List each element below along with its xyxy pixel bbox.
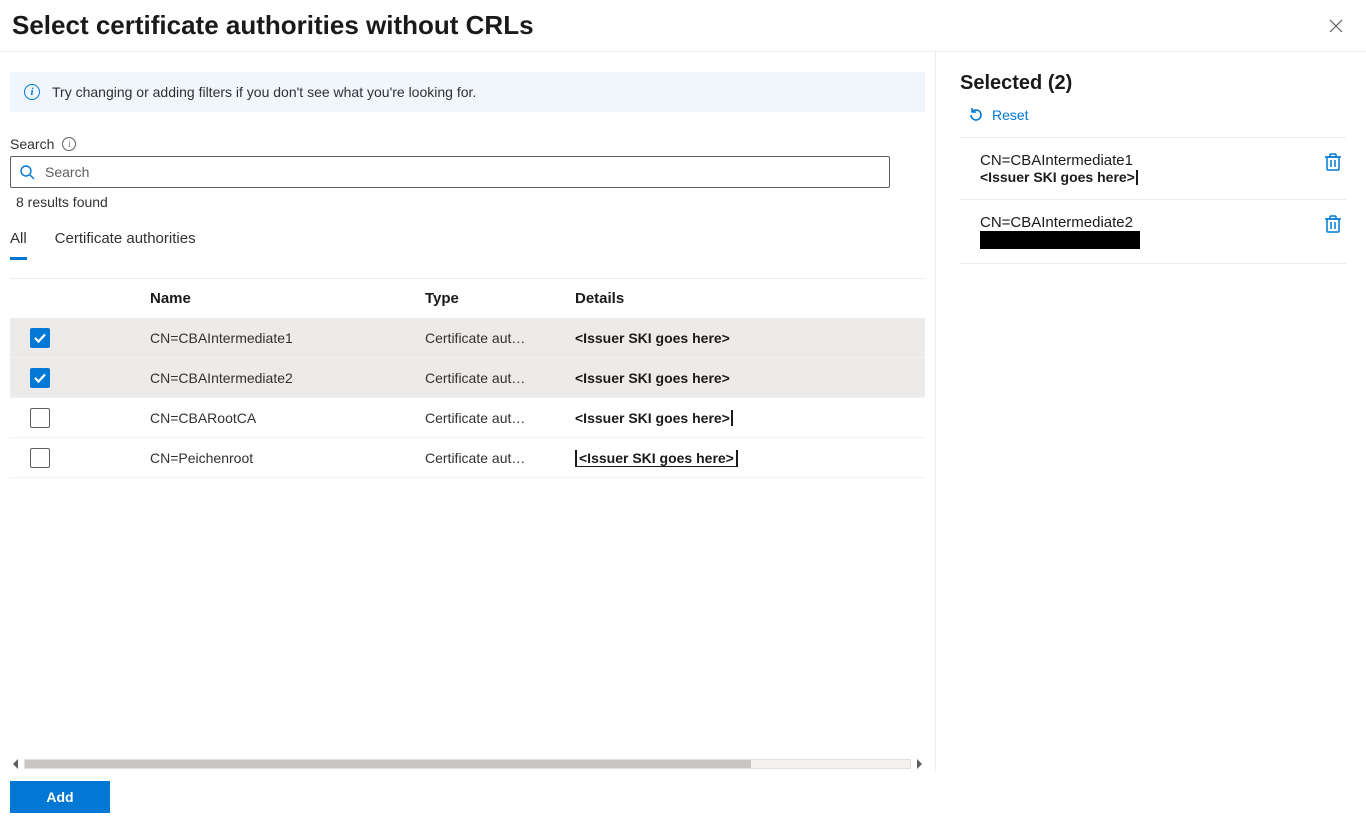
cell-details: <Issuer SKI goes here> xyxy=(575,450,917,466)
reset-button[interactable]: Reset xyxy=(960,103,1346,137)
footer: Add xyxy=(0,771,1366,821)
info-banner: i Try changing or adding filters if you … xyxy=(10,72,925,112)
info-banner-text: Try changing or adding filters if you do… xyxy=(52,84,476,100)
check-icon xyxy=(33,371,47,385)
selected-pane: Selected (2) Reset CN=CBAIntermediate1 <… xyxy=(936,52,1366,771)
info-icon: i xyxy=(24,84,40,100)
cell-name: CN=Peichenroot xyxy=(150,450,425,466)
table-row[interactable]: CN=CBARootCA Certificate aut… <Issuer SK… xyxy=(10,398,925,438)
row-checkbox[interactable] xyxy=(30,368,50,388)
selected-item-name: CN=CBAIntermediate2 xyxy=(980,214,1140,231)
info-icon[interactable]: i xyxy=(62,137,76,151)
row-checkbox[interactable] xyxy=(30,448,50,468)
reset-icon xyxy=(968,107,984,123)
cell-name: CN=CBARootCA xyxy=(150,410,425,426)
close-button[interactable] xyxy=(1322,12,1350,40)
cell-type: Certificate aut… xyxy=(425,450,575,466)
selected-item-detail: <Issuer SKI goes here> xyxy=(980,169,1138,185)
tab-bar: All Certificate authorities xyxy=(10,224,925,260)
add-button[interactable]: Add xyxy=(10,781,110,813)
cell-name: CN=CBAIntermediate1 xyxy=(150,330,425,346)
selected-item-name: CN=CBAIntermediate1 xyxy=(980,152,1138,169)
cell-type: Certificate aut… xyxy=(425,330,575,346)
cell-details: <Issuer SKI goes here> xyxy=(575,410,917,426)
scrollbar-thumb[interactable] xyxy=(25,760,751,768)
scroll-left-icon[interactable] xyxy=(10,758,22,770)
row-checkbox[interactable] xyxy=(30,408,50,428)
cell-name: CN=CBAIntermediate2 xyxy=(150,370,425,386)
trash-icon xyxy=(1324,152,1342,172)
table-row[interactable]: CN=CBAIntermediate1 Certificate aut… <Is… xyxy=(10,318,925,358)
cell-type: Certificate aut… xyxy=(425,370,575,386)
tab-certificate-authorities[interactable]: Certificate authorities xyxy=(55,224,196,260)
row-checkbox[interactable] xyxy=(30,328,50,348)
results-count: 8 results found xyxy=(10,188,925,224)
tab-all[interactable]: All xyxy=(10,224,27,260)
reset-label: Reset xyxy=(992,107,1029,123)
ca-table: . Name Type Details CN=CBAIntermediate1 … xyxy=(10,278,925,771)
column-header-details[interactable]: Details xyxy=(575,290,917,307)
page-title: Select certificate authorities without C… xyxy=(12,10,534,41)
trash-icon xyxy=(1324,214,1342,234)
scroll-right-icon[interactable] xyxy=(913,758,925,770)
search-label-row: Search i xyxy=(10,136,925,152)
table-header: . Name Type Details xyxy=(10,278,925,318)
scrollbar-track[interactable] xyxy=(24,759,911,769)
close-icon xyxy=(1329,19,1343,33)
panel-header: Select certificate authorities without C… xyxy=(0,0,1366,52)
search-label: Search xyxy=(10,136,54,152)
search-icon xyxy=(19,164,35,180)
selected-heading: Selected (2) xyxy=(960,72,1346,95)
column-header-type[interactable]: Type xyxy=(425,290,575,307)
selected-item: CN=CBAIntermediate2 redacted xyxy=(960,200,1346,264)
search-input[interactable] xyxy=(43,163,881,181)
cell-type: Certificate aut… xyxy=(425,410,575,426)
selected-item-detail: redacted xyxy=(980,231,1140,249)
cell-details-text: <Issuer SKI goes here> xyxy=(575,450,738,466)
remove-selected-button[interactable] xyxy=(1324,214,1342,234)
selected-list: CN=CBAIntermediate1 <Issuer SKI goes her… xyxy=(960,137,1346,264)
horizontal-scrollbar[interactable] xyxy=(10,757,925,771)
search-box[interactable] xyxy=(10,156,890,188)
table-row[interactable]: CN=Peichenroot Certificate aut… <Issuer … xyxy=(10,438,925,478)
check-icon xyxy=(33,331,47,345)
left-pane: i Try changing or adding filters if you … xyxy=(0,52,936,771)
remove-selected-button[interactable] xyxy=(1324,152,1342,172)
column-header-name[interactable]: Name xyxy=(150,290,425,307)
cell-details: <Issuer SKI goes here> xyxy=(575,330,917,346)
cell-details: <Issuer SKI goes here> xyxy=(575,370,917,386)
selected-item: CN=CBAIntermediate1 <Issuer SKI goes her… xyxy=(960,138,1346,200)
table-row[interactable]: CN=CBAIntermediate2 Certificate aut… <Is… xyxy=(10,358,925,398)
